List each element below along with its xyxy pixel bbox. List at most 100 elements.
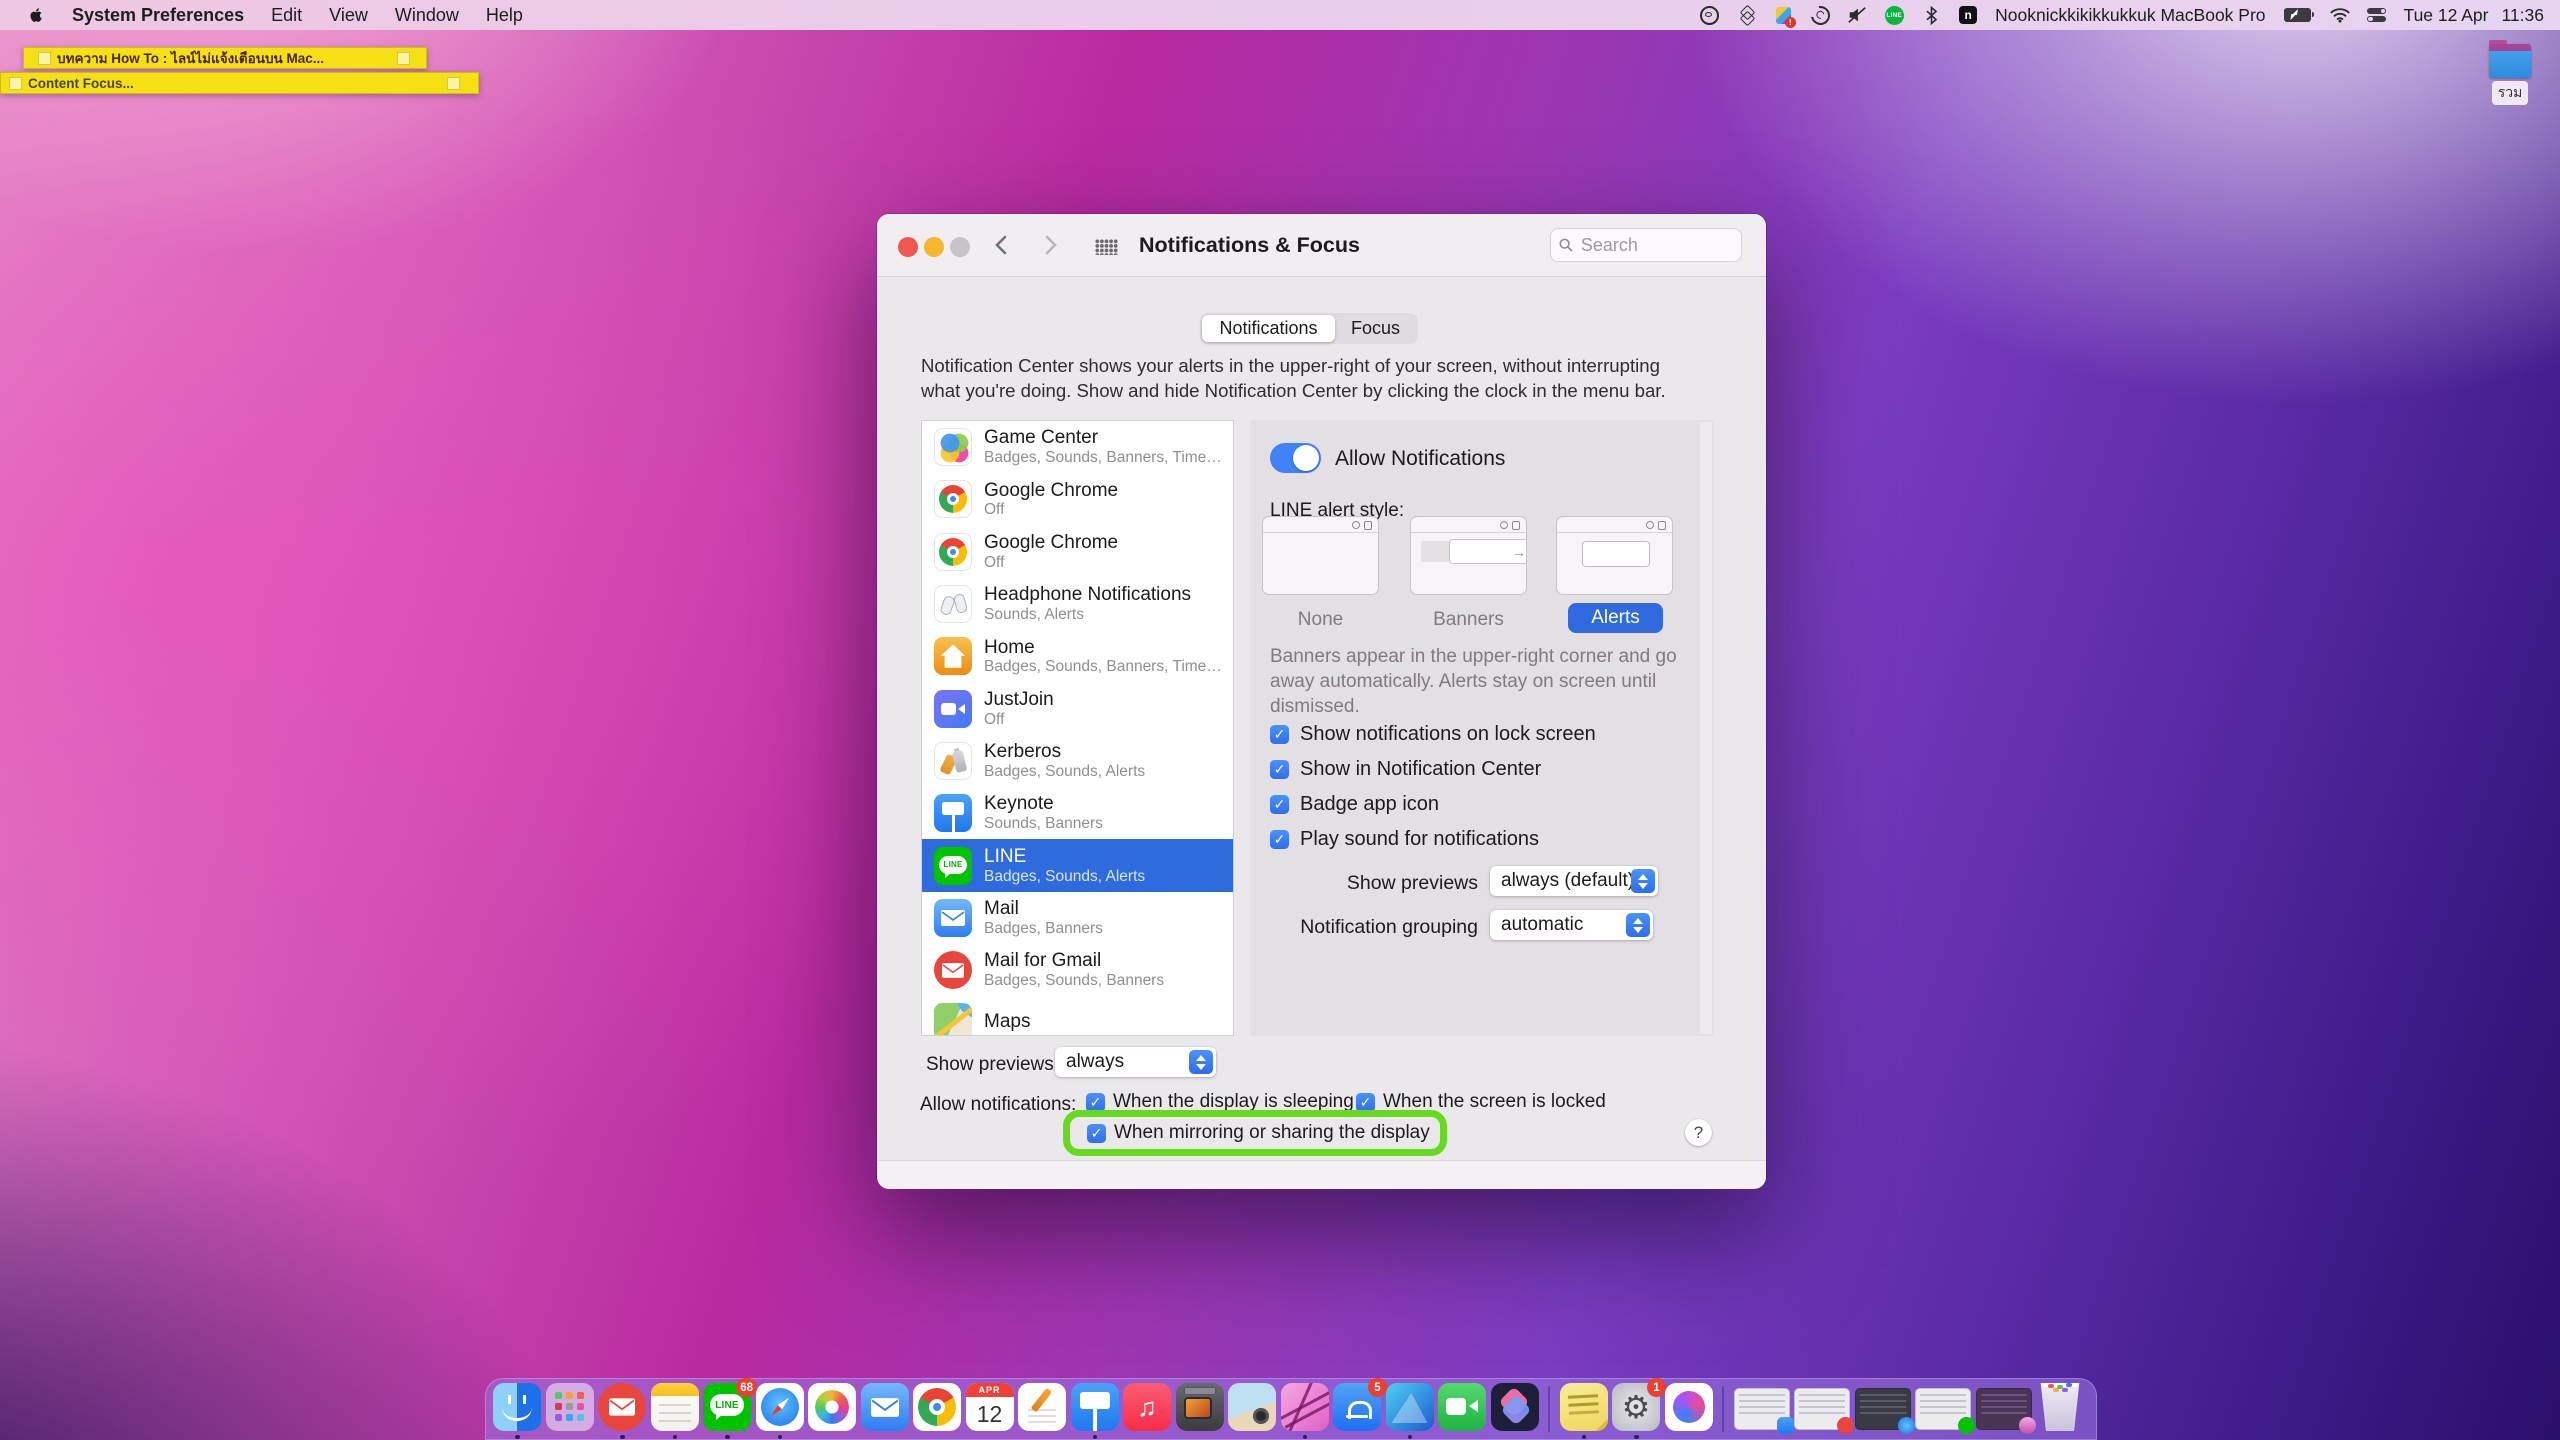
titlebar[interactable]: Notifications & Focus [877, 214, 1766, 277]
app-notification-list[interactable]: Game CenterBadges, Sounds, Banners, Time… [921, 420, 1234, 1036]
checkbox-screen-locked[interactable]: ✓ When the screen is locked [1356, 1091, 1606, 1113]
help-button[interactable]: ? [1685, 1119, 1712, 1146]
sticky-note-collapsed-2[interactable]: Content Focus... [0, 72, 479, 94]
sound-muted-icon[interactable] [1847, 5, 1867, 25]
alert-style-banners-thumbnail[interactable]: → [1410, 516, 1527, 595]
dock-minimized-app-window[interactable] [1976, 1388, 2032, 1430]
show-previews-dropdown[interactable]: always (default) [1490, 866, 1658, 896]
checkbox-checked-icon[interactable]: ✓ [1270, 725, 1289, 744]
close-button[interactable] [898, 237, 918, 257]
dock-line[interactable]: LINE 68 [703, 1383, 751, 1431]
dock-minimized-mail-window[interactable] [1794, 1388, 1850, 1430]
allow-notifications-toggle[interactable] [1270, 443, 1321, 473]
list-item-mail[interactable]: MailBadges, Banners [922, 892, 1233, 944]
sync-error-icon[interactable] [1773, 5, 1793, 25]
checkbox-checked-icon[interactable]: ✓ [1270, 760, 1289, 779]
dock-safari[interactable] [756, 1383, 804, 1431]
folder-icon[interactable] [2489, 44, 2531, 78]
notion-icon[interactable]: n [1958, 5, 1978, 25]
desktop-folder[interactable]: รวม [2484, 44, 2536, 105]
sticky-collapse-box-icon[interactable] [9, 77, 22, 90]
list-item-google-chrome[interactable]: Google ChromeOff [922, 473, 1233, 525]
menu-edit[interactable]: Edit [271, 5, 302, 26]
dock-messenger[interactable] [1665, 1383, 1713, 1431]
dock-shortcuts[interactable] [1491, 1383, 1539, 1431]
line-status-icon[interactable]: LINE [1884, 5, 1904, 25]
alert-style-alerts-thumbnail[interactable] [1556, 516, 1673, 595]
dock-photos[interactable] [808, 1383, 856, 1431]
sticky-note-collapsed-1[interactable]: บทความ How To : ไลน์ไม่แจ้งเตือนบน Mac..… [23, 47, 427, 69]
checkbox-display-sleeping[interactable]: ✓ When the display is sleeping [1086, 1091, 1354, 1113]
dock-projector-app[interactable] [1176, 1383, 1224, 1431]
dock-preview[interactable] [1228, 1383, 1276, 1431]
list-item-keynote[interactable]: KeynoteSounds, Banners [922, 787, 1233, 839]
dock-minimized-line-window[interactable] [1915, 1388, 1971, 1430]
forward-button[interactable] [1037, 232, 1063, 258]
menubar-date[interactable]: Tue 12 Apr [2404, 5, 2489, 26]
bluetooth-icon[interactable] [1921, 5, 1941, 25]
list-item-line-selected[interactable]: LINE LINEBadges, Sounds, Alerts [922, 839, 1233, 891]
tab-focus[interactable]: Focus [1335, 315, 1416, 342]
menu-view[interactable]: View [329, 5, 368, 26]
battery-charging-icon[interactable] [2283, 5, 2313, 25]
list-item-google-chrome-2[interactable]: Google ChromeOff [922, 526, 1233, 578]
checkbox-checked-icon[interactable]: ✓ [1087, 1124, 1106, 1143]
checkbox-row-badge-app-icon[interactable]: ✓ Badge app icon [1270, 793, 1439, 816]
dock-trash[interactable] [2036, 1383, 2084, 1431]
list-item-mail-for-gmail[interactable]: Mail for GmailBadges, Sounds, Banners [922, 944, 1233, 996]
tab-notifications[interactable]: Notifications [1202, 315, 1335, 342]
checkbox-row-lock-screen[interactable]: ✓ Show notifications on lock screen [1270, 723, 1596, 746]
list-item-kerberos[interactable]: KerberosBadges, Sounds, Alerts [922, 735, 1233, 787]
alert-style-alerts-label-selected[interactable]: Alerts [1568, 603, 1663, 633]
dock-stickies[interactable] [1560, 1383, 1608, 1431]
search-field[interactable] [1550, 228, 1742, 262]
dock-pages[interactable] [1018, 1383, 1066, 1431]
list-item-headphone-notifications[interactable]: Headphone NotificationsSounds, Alerts [922, 578, 1233, 630]
list-item-home[interactable]: HomeBadges, Sounds, Banners, Time… [922, 630, 1233, 682]
dock-app-store[interactable]: 5 [1333, 1383, 1381, 1431]
dock-affinity-photo[interactable] [1281, 1383, 1329, 1431]
wifi-icon[interactable] [2330, 5, 2350, 25]
dock-notes[interactable] [651, 1383, 699, 1431]
checkbox-mirroring-sharing[interactable]: ✓ When mirroring or sharing the display [1087, 1122, 1430, 1144]
apple-menu-icon[interactable] [28, 5, 45, 25]
menubar-app-name[interactable]: System Preferences [72, 5, 244, 26]
alert-style-banners-label[interactable]: Banners [1410, 609, 1527, 631]
list-item-maps[interactable]: Maps [922, 996, 1233, 1036]
notification-grouping-dropdown[interactable]: automatic [1490, 910, 1653, 940]
checkbox-checked-icon[interactable]: ✓ [1270, 830, 1289, 849]
sticky-zoom-box-icon[interactable] [397, 52, 410, 65]
alert-style-none-thumbnail[interactable] [1262, 516, 1379, 595]
show-all-grid-icon[interactable] [1095, 239, 1118, 255]
back-button[interactable] [989, 232, 1015, 258]
panel-scrollbar[interactable] [1700, 422, 1712, 1034]
dock-calendar[interactable]: APR12 [966, 1383, 1014, 1431]
dock-music[interactable]: ♫ [1123, 1383, 1171, 1431]
checkbox-checked-icon[interactable]: ✓ [1356, 1093, 1375, 1112]
dock-system-preferences[interactable]: ⚙ 1 [1612, 1383, 1660, 1431]
dock-finder[interactable] [493, 1383, 541, 1431]
dock-facetime[interactable] [1438, 1383, 1486, 1431]
dock-keynote[interactable] [1071, 1383, 1119, 1431]
footer-show-previews-dropdown[interactable]: always [1055, 1047, 1216, 1077]
dock-mail[interactable] [861, 1383, 909, 1431]
sticky-zoom-box-icon[interactable] [447, 77, 460, 90]
alert-style-none-label[interactable]: None [1262, 609, 1379, 631]
dock-affinity-designer[interactable] [1386, 1383, 1434, 1431]
stacked-shapes-icon[interactable] [1736, 5, 1756, 25]
sticky-collapse-box-icon[interactable] [38, 52, 51, 65]
list-item-justjoin[interactable]: JustJoinOff [922, 682, 1233, 734]
control-center-icon[interactable] [2367, 5, 2387, 25]
minimize-button[interactable] [924, 237, 944, 257]
checkbox-checked-icon[interactable]: ✓ [1270, 795, 1289, 814]
checkbox-row-play-sound[interactable]: ✓ Play sound for notifications [1270, 828, 1539, 851]
list-item-game-center[interactable]: Game CenterBadges, Sounds, Banners, Time… [922, 421, 1233, 473]
checkbox-row-notification-center[interactable]: ✓ Show in Notification Center [1270, 758, 1541, 781]
menu-window[interactable]: Window [395, 5, 459, 26]
dock-minimized-safari-window[interactable] [1855, 1388, 1911, 1430]
dock-gmail[interactable] [598, 1383, 646, 1431]
menubar-time[interactable]: 11:36 [2502, 5, 2545, 26]
spiral-icon[interactable] [1810, 5, 1830, 25]
search-input[interactable] [1579, 234, 1733, 257]
creative-cloud-icon[interactable] [1699, 5, 1719, 25]
